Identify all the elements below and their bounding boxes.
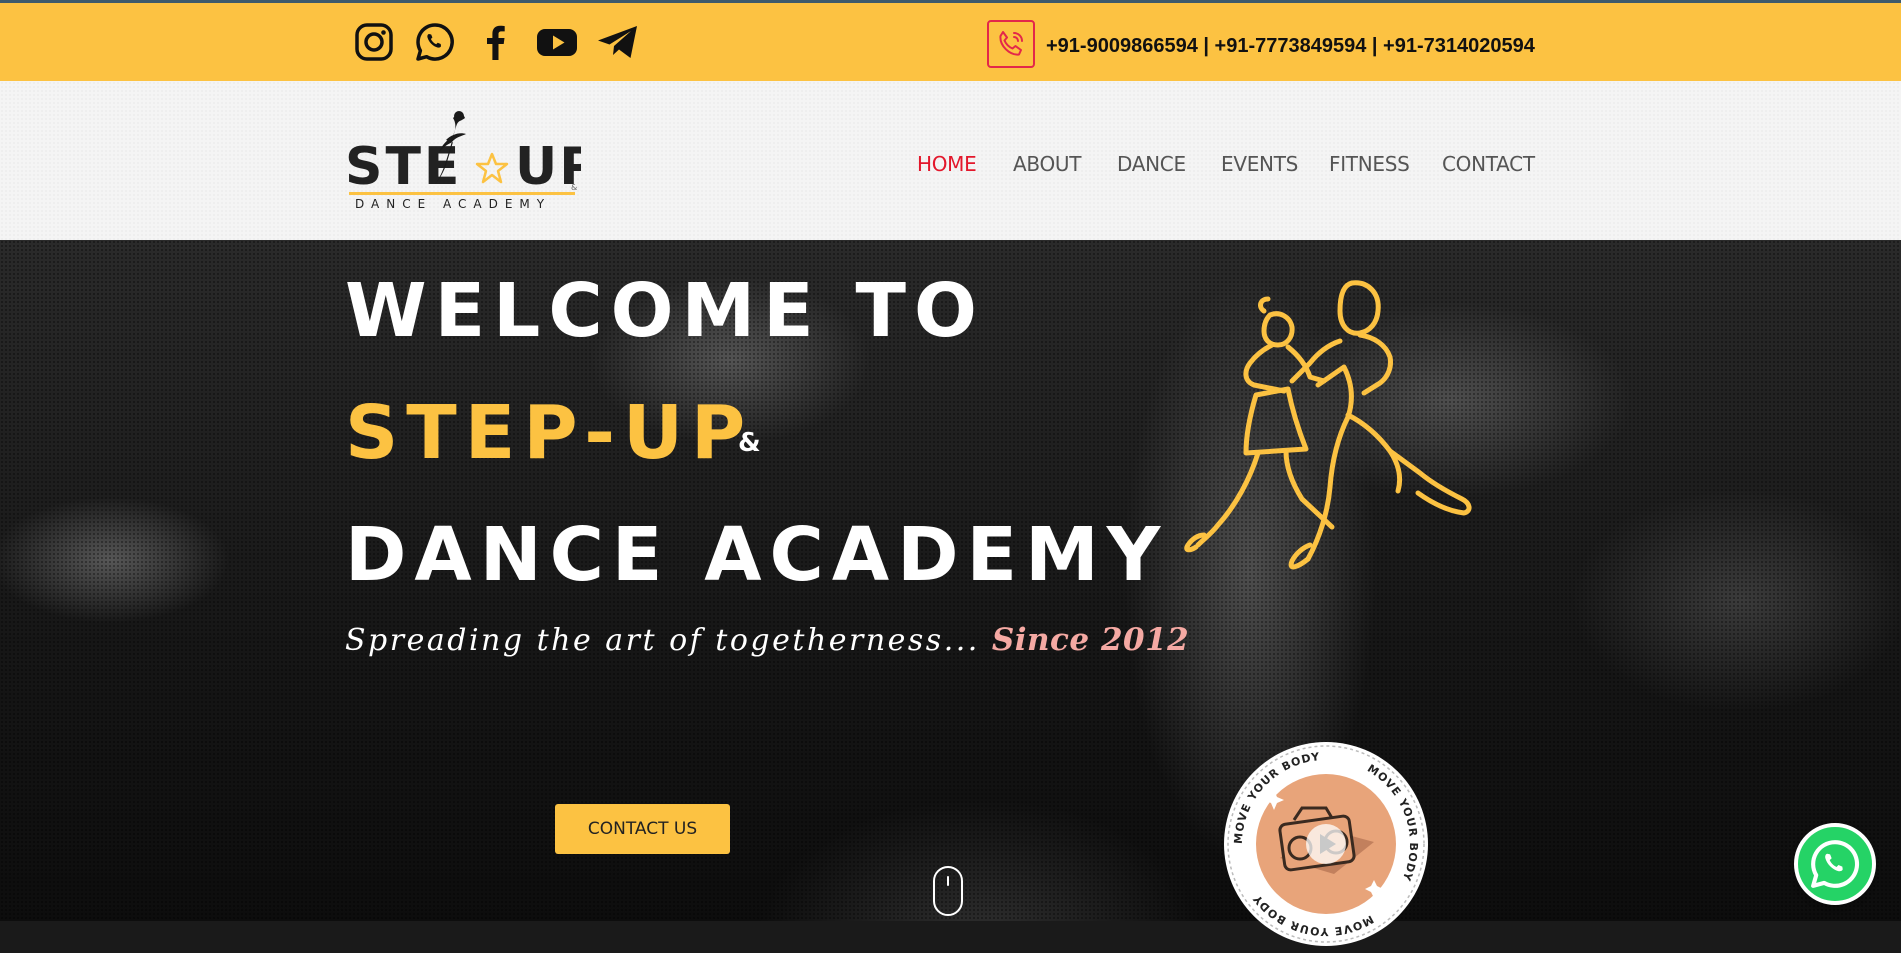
top-bar: +91-9009866594 | +91-7773849594 | +91-73…	[0, 0, 1901, 81]
tagline-text: Spreading the art of togetherness...	[345, 623, 980, 658]
hero-title-brand: STEP-UP	[345, 390, 754, 476]
phone-call-icon[interactable]	[987, 20, 1035, 68]
since-year: Since 2012	[991, 622, 1190, 658]
telegram-icon[interactable]	[594, 18, 642, 66]
nav-contact[interactable]: CONTACT	[1442, 152, 1535, 176]
instagram-icon[interactable]	[350, 18, 398, 66]
whatsapp-icon[interactable]	[411, 18, 459, 66]
phone-numbers[interactable]: +91-9009866594 | +91-7773849594 | +91-73…	[1046, 35, 1535, 58]
nav-dance[interactable]: DANCE	[1117, 152, 1186, 176]
nav-about[interactable]: ABOUT	[1013, 152, 1081, 176]
scroll-down-mouse-icon[interactable]	[933, 866, 963, 916]
facebook-icon[interactable]	[472, 18, 520, 66]
hero-tagline: Spreading the art of togetherness... Sin…	[345, 622, 1189, 658]
youtube-icon[interactable]	[533, 18, 581, 66]
hero-ampersand: &	[738, 428, 761, 458]
contact-us-button[interactable]: CONTACT US	[555, 804, 730, 854]
nav-home[interactable]: HOME	[917, 152, 977, 176]
hero-title-line1: WELCOME TO	[345, 268, 985, 354]
dancing-couple-illustration	[1160, 275, 1495, 585]
step-up-logo[interactable]: STE UP & DANCE ACADEMY	[345, 104, 597, 216]
move-your-body-badge[interactable]: MOVE YOUR BODY MOVE YOUR BODY MOVE YOUR …	[1222, 740, 1430, 948]
nav-events[interactable]: EVENTS	[1221, 152, 1298, 176]
svg-text:DANCE ACADEMY: DANCE ACADEMY	[355, 197, 551, 211]
whatsapp-chat-icon[interactable]	[1794, 823, 1876, 905]
hero-title-line3: DANCE ACADEMY	[345, 512, 1169, 598]
svg-text:&: &	[571, 183, 577, 192]
nav-fitness[interactable]: FITNESS	[1329, 152, 1410, 176]
